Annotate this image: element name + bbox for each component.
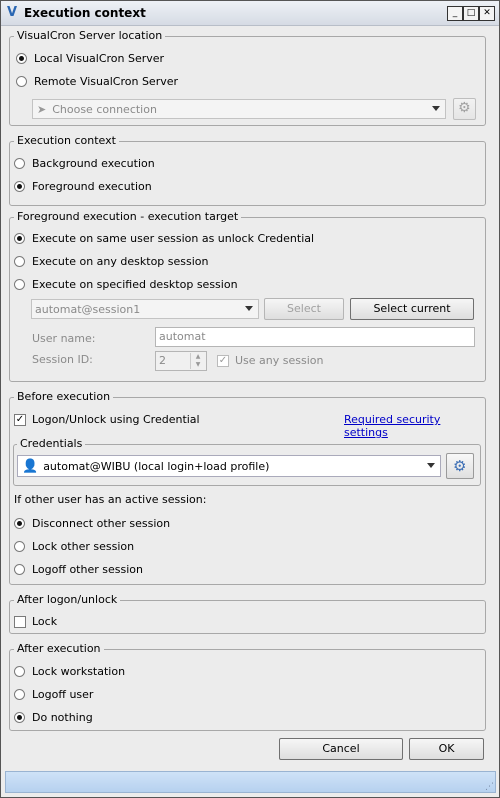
same-session-radio[interactable]	[14, 233, 25, 244]
logoff-user-radio[interactable]	[14, 689, 25, 700]
lock-workstation-option[interactable]: Lock workstation	[14, 665, 125, 678]
credential-value: automat@WIBU (local login+load profile)	[43, 459, 270, 473]
foreground-execution-radio[interactable]	[14, 181, 25, 192]
session-id-value: 2	[159, 354, 166, 367]
connection-settings-button[interactable]: ⚙	[453, 98, 476, 120]
do-nothing-radio[interactable]	[14, 712, 25, 723]
background-execution-radio[interactable]	[14, 158, 25, 169]
logoff-session-label: Logoff other session	[32, 563, 143, 576]
any-desktop-label: Execute on any desktop session	[32, 255, 209, 268]
chevron-down-icon	[245, 306, 253, 311]
select-current-button[interactable]: Select current	[350, 298, 474, 320]
lock-after-logon-checkbox[interactable]	[14, 615, 26, 628]
specified-desktop-option[interactable]: Execute on specified desktop session	[14, 278, 238, 291]
server-location-legend: VisualCron Server location	[14, 29, 166, 42]
remote-server-radio[interactable]	[16, 76, 27, 87]
local-server-label: Local VisualCron Server	[34, 52, 165, 65]
window-title: Execution context	[24, 6, 146, 20]
select-button[interactable]: Select	[264, 298, 344, 320]
logon-unlock-checkbox[interactable]: ✓	[14, 413, 26, 426]
logon-unlock-label: Logon/Unlock using Credential	[32, 413, 200, 426]
chevron-down-icon	[432, 106, 440, 111]
stepper-arrows-icon: ▲ ▼	[190, 353, 205, 369]
do-nothing-label: Do nothing	[32, 711, 93, 724]
after-logon-group: After logon/unlock Lock	[9, 593, 486, 634]
chevron-down-icon	[427, 463, 435, 468]
visualcron-logo-icon: V	[7, 5, 18, 20]
execution-target-group: Foreground execution - execution target …	[9, 210, 486, 382]
after-execution-legend: After execution	[14, 642, 104, 655]
credential-settings-button[interactable]: ⚙	[446, 453, 474, 479]
foreground-execution-option[interactable]: Foreground execution	[14, 180, 152, 193]
lock-workstation-label: Lock workstation	[32, 665, 126, 678]
user-icon: 👤	[22, 458, 39, 474]
execution-context-dialog: V Execution context _ □ ✕ VisualCron Ser…	[0, 0, 500, 798]
maximize-button[interactable]: □	[463, 6, 479, 21]
active-session-label: If other user has an active session:	[14, 493, 207, 506]
foreground-execution-label: Foreground execution	[32, 180, 152, 193]
connection-placeholder: Choose connection	[52, 102, 157, 116]
disconnect-radio[interactable]	[14, 518, 25, 529]
any-desktop-option[interactable]: Execute on any desktop session	[14, 255, 209, 268]
execution-context-legend: Execution context	[14, 134, 119, 147]
background-execution-label: Background execution	[32, 157, 155, 170]
server-location-group: VisualCron Server location Local VisualC…	[9, 29, 486, 126]
resize-grip-icon[interactable]: ⋰	[485, 782, 494, 792]
execution-target-legend: Foreground execution - execution target	[14, 210, 242, 223]
lock-session-label: Lock other session	[32, 540, 135, 553]
after-execution-group: After execution Lock workstation Logoff …	[9, 642, 486, 731]
local-server-radio[interactable]	[16, 53, 27, 64]
username-label: User name:	[32, 332, 96, 345]
credentials-legend: Credentials	[17, 437, 86, 450]
minimize-button[interactable]: _	[447, 6, 463, 21]
lock-after-logon-label: Lock	[32, 615, 58, 628]
logon-unlock-option[interactable]: ✓ Logon/Unlock using Credential	[14, 413, 200, 426]
ok-button[interactable]: OK	[409, 738, 484, 760]
use-any-session-option[interactable]: ✓ Use any session	[217, 354, 323, 367]
session-id-label: Session ID:	[32, 353, 93, 366]
lock-session-option[interactable]: Lock other session	[14, 540, 134, 553]
cancel-button[interactable]: Cancel	[279, 738, 403, 760]
any-desktop-radio[interactable]	[14, 256, 25, 267]
lock-session-radio[interactable]	[14, 541, 25, 552]
status-bar: ⋰	[5, 771, 496, 793]
remote-server-option[interactable]: Remote VisualCron Server	[16, 75, 178, 88]
disconnect-option[interactable]: Disconnect other session	[14, 517, 170, 530]
close-button[interactable]: ✕	[479, 6, 495, 21]
username-field[interactable]: automat	[155, 327, 475, 347]
execution-context-group: Execution context Background execution F…	[9, 134, 486, 206]
lock-after-logon-option[interactable]: Lock	[14, 615, 57, 628]
specified-desktop-radio[interactable]	[14, 279, 25, 290]
gear-icon: ⚙	[458, 100, 471, 116]
logoff-session-option[interactable]: Logoff other session	[14, 563, 143, 576]
credentials-group: Credentials 👤 automat@WIBU (local login+…	[13, 437, 481, 486]
disconnect-label: Disconnect other session	[32, 517, 171, 530]
logoff-session-radio[interactable]	[14, 564, 25, 575]
same-session-label: Execute on same user session as unlock C…	[32, 232, 315, 245]
credentials-dropdown[interactable]: 👤 automat@WIBU (local login+load profile…	[17, 455, 441, 477]
use-any-session-label: Use any session	[235, 354, 324, 367]
use-any-session-checkbox[interactable]: ✓	[217, 354, 229, 367]
before-execution-legend: Before execution	[14, 390, 114, 403]
security-settings-link[interactable]: Required security settings	[344, 413, 485, 439]
connection-dropdown[interactable]: ➤ Choose connection	[32, 99, 446, 119]
pointer-icon: ➤	[37, 102, 47, 116]
desktop-session-dropdown[interactable]: automat@session1	[31, 299, 259, 319]
session-id-stepper[interactable]: 2 ▲ ▼	[155, 351, 207, 371]
title-bar[interactable]: V Execution context _ □ ✕	[1, 1, 499, 26]
before-execution-group: Before execution ✓ Logon/Unlock using Cr…	[9, 390, 486, 585]
local-server-option[interactable]: Local VisualCron Server	[16, 52, 164, 65]
remote-server-label: Remote VisualCron Server	[34, 75, 179, 88]
background-execution-option[interactable]: Background execution	[14, 157, 155, 170]
after-logon-legend: After logon/unlock	[14, 593, 121, 606]
user-settings-icon: ⚙	[453, 457, 467, 475]
do-nothing-option[interactable]: Do nothing	[14, 711, 93, 724]
lock-workstation-radio[interactable]	[14, 666, 25, 677]
logoff-user-option[interactable]: Logoff user	[14, 688, 93, 701]
logoff-user-label: Logoff user	[32, 688, 94, 701]
same-session-option[interactable]: Execute on same user session as unlock C…	[14, 232, 314, 245]
desktop-session-value: automat@session1	[35, 302, 141, 316]
specified-desktop-label: Execute on specified desktop session	[32, 278, 238, 291]
